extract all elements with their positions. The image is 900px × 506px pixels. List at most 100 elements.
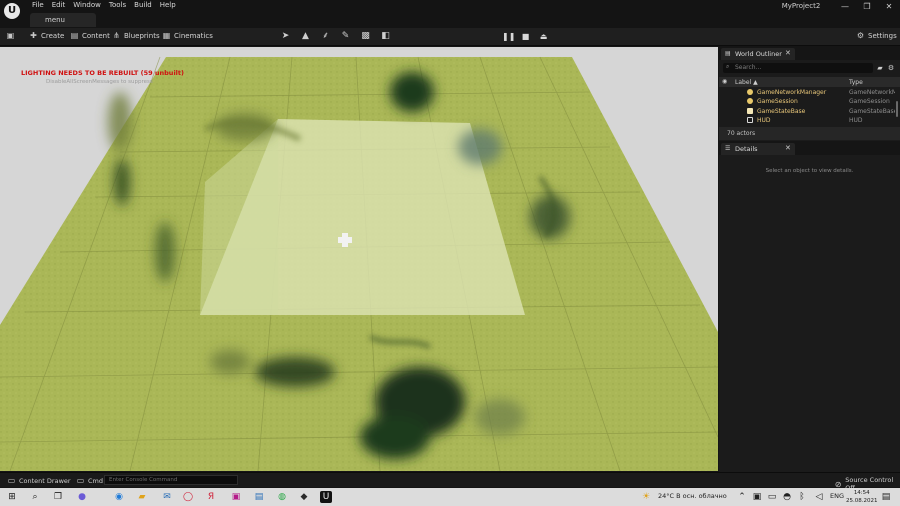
cinematics-button[interactable]: ▦ Cinematics xyxy=(162,31,213,40)
landscape-render xyxy=(0,47,718,471)
content-drawer-button[interactable]: ▭ Content Drawer xyxy=(7,476,71,485)
paint-mode-icon[interactable]: ✎ xyxy=(340,31,351,42)
notification-icon[interactable]: ▤ xyxy=(880,491,892,503)
content-label: Content xyxy=(82,31,110,40)
maximize-button[interactable]: ❐ xyxy=(856,0,878,14)
modeling-mode-icon[interactable]: ◧ xyxy=(380,31,391,42)
opera-icon[interactable]: ◯ xyxy=(182,491,194,503)
landscape-mode-icon[interactable]: ▲ xyxy=(300,31,311,42)
yandex-icon[interactable]: Я xyxy=(205,491,217,503)
windows-taskbar: ⊞ ⌕ ❐ ● ◉ ▰ ✉ ◯ Я ▣ ▤ ◍ ◆ U ☀ 24°C В осн… xyxy=(0,488,900,506)
outliner-tab-label: World Outliner xyxy=(735,50,782,58)
foliage-mode-icon[interactable]: ⸙ xyxy=(320,31,331,42)
main-toolbar: ▣ ✚ Create ▤ Content ⋔ Blueprints ▦ Cine… xyxy=(0,28,900,46)
menu-help[interactable]: Help xyxy=(160,1,184,9)
settings-button[interactable]: ⚙ Settings xyxy=(856,31,897,40)
hud-icon xyxy=(747,117,753,123)
search-icon: ⌕ xyxy=(726,63,730,70)
cortana-icon[interactable]: ● xyxy=(76,491,88,503)
gear-icon: ⚙ xyxy=(856,31,865,40)
outliner-scrollbar[interactable] xyxy=(896,101,898,117)
fracture-mode-icon[interactable]: ▩ xyxy=(360,31,371,42)
outliner-tab[interactable]: ▤ World Outliner ✕ xyxy=(721,48,795,60)
blueprints-label: Blueprints xyxy=(124,31,160,40)
eject-icon[interactable]: ⏏ xyxy=(538,31,549,42)
tray-chevron-icon[interactable]: ⌃ xyxy=(736,491,748,503)
level-viewport[interactable]: LIGHTING NEEDS TO BE REBUILT (59 unbuilt… xyxy=(0,47,718,471)
stop-icon[interactable]: ■ xyxy=(520,31,531,42)
menu-window[interactable]: Window xyxy=(73,1,109,9)
menu-bar: File Edit Window Tools Build Help xyxy=(32,1,184,9)
save-button[interactable]: ▣ xyxy=(6,31,15,40)
app-icon[interactable]: ▣ xyxy=(230,491,242,503)
close-button[interactable]: ✕ xyxy=(878,0,900,14)
menu-edit[interactable]: Edit xyxy=(52,1,74,9)
create-label: Create xyxy=(41,31,65,40)
windows-start-icon[interactable]: ⊞ xyxy=(6,491,18,503)
content-button[interactable]: ▤ Content xyxy=(70,31,110,40)
outliner-row[interactable]: GameStateBase GameStateBase xyxy=(719,107,895,116)
clock-date: 25.08.2021 xyxy=(846,498,878,504)
unreal-taskbar-icon[interactable]: U xyxy=(320,491,332,503)
weather-text[interactable]: 24°C В осн. облачно xyxy=(658,492,727,500)
menu-tools[interactable]: Tools xyxy=(109,1,134,9)
pause-icon[interactable]: ❚❚ xyxy=(502,31,515,42)
explorer-icon[interactable]: ▰ xyxy=(136,491,148,503)
clock-time: 14:54 xyxy=(853,490,870,496)
column-label[interactable]: Label ▲ xyxy=(735,79,758,86)
gear-icon[interactable]: ⚙ xyxy=(887,64,895,72)
outliner-row[interactable]: GameNetworkManager GameNetworkM xyxy=(719,88,895,97)
add-folder-icon[interactable]: ▰ xyxy=(876,64,884,72)
level-tab[interactable]: menu xyxy=(30,13,96,27)
menu-build[interactable]: Build xyxy=(134,1,160,9)
menu-file[interactable]: File xyxy=(32,1,52,9)
eye-icon[interactable]: ◉ xyxy=(722,78,727,85)
close-icon[interactable]: ✕ xyxy=(785,49,791,57)
blueprints-button[interactable]: ⋔ Blueprints xyxy=(112,31,160,40)
drawer-icon: ▭ xyxy=(7,476,16,485)
utorrent-icon[interactable]: ◍ xyxy=(276,491,288,503)
edge-icon[interactable]: ◉ xyxy=(113,491,125,503)
window-controls: — ❐ ✕ xyxy=(834,0,900,14)
outliner-tab-bar: ▤ World Outliner ✕ xyxy=(719,47,900,60)
outliner-column-header: ◉ Label ▲ Type xyxy=(719,77,900,87)
weather-icon[interactable]: ☀ xyxy=(640,491,652,503)
outliner-icon: ▤ xyxy=(725,50,731,57)
minimize-button[interactable]: — xyxy=(834,0,856,14)
details-panel: ☰ Details ✕ Select an object to view det… xyxy=(719,142,900,472)
actor-count: 70 actors xyxy=(719,127,900,140)
console-command-input[interactable]: Enter Console Command xyxy=(104,475,238,485)
title-bar: U File Edit Window Tools Build Help menu… xyxy=(0,0,900,28)
language-indicator[interactable]: ENG xyxy=(830,492,844,500)
blueprint-icon: ⋔ xyxy=(113,31,120,40)
bluetooth-icon[interactable]: ᛒ xyxy=(796,491,808,503)
clock[interactable]: 14:54 25.08.2021 xyxy=(846,489,878,505)
actor-icon xyxy=(747,98,753,104)
clapper-icon: ▦ xyxy=(162,31,171,40)
select-mode-icon[interactable]: ➤ xyxy=(280,31,291,42)
folder-icon: ▤ xyxy=(70,31,79,40)
store-icon[interactable]: ▤ xyxy=(253,491,265,503)
details-tab[interactable]: ☰ Details ✕ xyxy=(721,143,795,155)
cmd-button[interactable]: ▭ Cmd xyxy=(76,476,103,485)
network-icon[interactable]: ◓ xyxy=(781,491,793,503)
unreal-logo-icon[interactable]: U xyxy=(4,3,20,19)
outliner-row[interactable]: GameSession GameSession xyxy=(719,97,895,106)
details-tab-label: Details xyxy=(735,145,758,153)
details-icon: ☰ xyxy=(725,145,731,152)
close-icon[interactable]: ✕ xyxy=(785,144,791,152)
search-icon[interactable]: ⌕ xyxy=(29,491,41,503)
outliner-search-input[interactable]: ⌕ Search... xyxy=(723,63,873,73)
task-view-icon[interactable]: ❐ xyxy=(52,491,64,503)
create-icon: ✚ xyxy=(30,31,37,40)
battery-icon[interactable]: ▭ xyxy=(766,491,778,503)
column-type[interactable]: Type xyxy=(849,79,863,86)
tray-app-icon[interactable]: ▣ xyxy=(751,491,763,503)
outliner-row[interactable]: HUD HUD xyxy=(719,116,895,125)
launcher-icon[interactable]: ◆ xyxy=(298,491,310,503)
actor-icon xyxy=(747,108,753,114)
volume-icon[interactable]: ◁ xyxy=(813,491,825,503)
create-button[interactable]: ✚ Create xyxy=(29,31,64,40)
mail-icon[interactable]: ✉ xyxy=(161,491,173,503)
details-tab-bar: ☰ Details ✕ xyxy=(719,142,900,155)
